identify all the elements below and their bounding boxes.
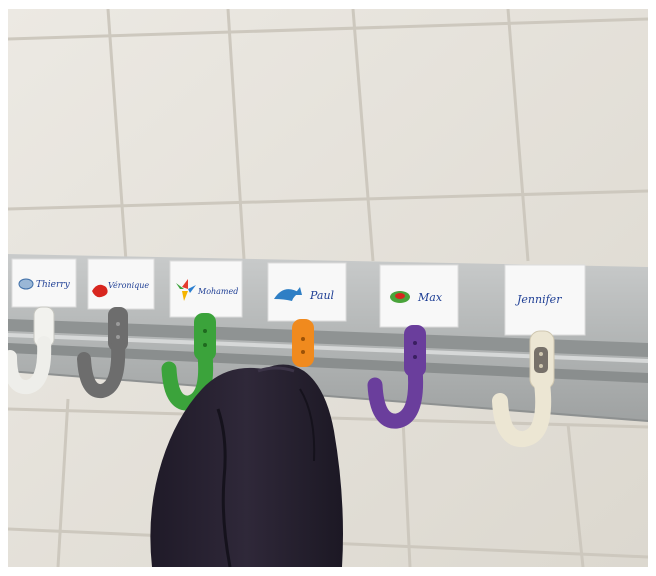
name-card-5: Max	[379, 264, 459, 328]
name-card-6: Jennifer	[504, 264, 586, 336]
hook-orange	[292, 319, 314, 367]
name-card-1: Thierry	[11, 258, 77, 308]
name-card-3: Mohamed	[169, 260, 243, 318]
name-label-max: Max	[417, 291, 443, 304]
green-car-icon	[390, 291, 410, 303]
globe-icon	[18, 278, 34, 290]
name-label-mohamed: Mohamed	[197, 287, 238, 296]
name-card-2: Véronique	[87, 258, 155, 310]
name-label-veronique: Véronique	[108, 281, 149, 290]
name-label-paul: Paul	[309, 289, 335, 302]
name-label-thierry: Thierry	[36, 280, 71, 290]
name-card-4: Paul	[267, 262, 347, 322]
name-label-jennifer: Jennifer	[515, 293, 562, 306]
coat-rack-photo: Thierry Véronique Mohamed Paul Max Jenni…	[8, 9, 648, 567]
